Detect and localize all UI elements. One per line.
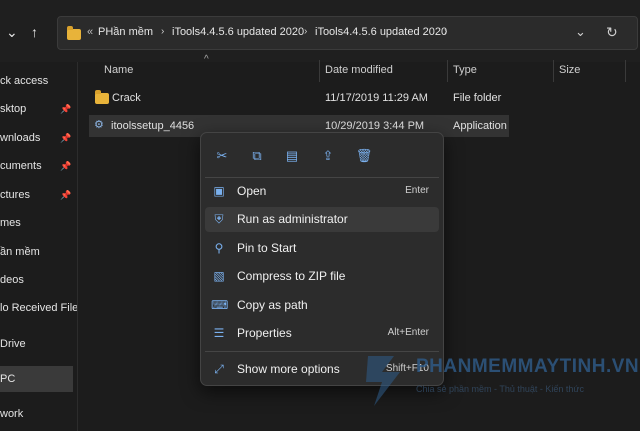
menu-item-shortcut: Alt+Enter xyxy=(387,327,429,338)
file-name: itoolssetup_4456 xyxy=(111,120,195,132)
folder-icon xyxy=(67,26,81,40)
menu-item-label: Run as administrator xyxy=(237,212,348,226)
share-icon[interactable]: ⇪ xyxy=(317,145,339,167)
address-bar[interactable]: « PHần mềm › iTools4.4.5.6 updated 2020 … xyxy=(57,16,638,50)
chevron-right-icon[interactable]: › xyxy=(304,26,307,37)
file-type: Application xyxy=(453,120,507,132)
pin-icon: 📌 xyxy=(60,190,72,200)
delete-icon[interactable]: 🗑 xyxy=(353,145,375,167)
open-icon: ▣ xyxy=(213,184,225,198)
shield-icon: ⛨ xyxy=(214,212,224,226)
menu-item-shortcut: Enter xyxy=(405,185,429,196)
cut-icon[interactable]: ✂ xyxy=(211,145,233,167)
chevron-down-icon[interactable]: ⌄ xyxy=(6,24,18,41)
column-divider[interactable] xyxy=(625,60,626,82)
chevron-down-icon[interactable]: ⌄ xyxy=(575,24,586,40)
column-divider[interactable] xyxy=(553,60,554,82)
breadcrumb-overflow[interactable]: « xyxy=(87,26,93,38)
sidebar-item-this-pc[interactable]: PC xyxy=(0,373,77,385)
sidebar-item-received-files[interactable]: lo Received Files xyxy=(0,302,77,314)
pin-icon: 📌 xyxy=(60,161,72,171)
menu-item-run-as-administrator[interactable]: ⛨ Run as administrator xyxy=(205,207,439,232)
file-date: 10/29/2019 3:44 PM xyxy=(325,120,425,132)
column-header-date[interactable]: Date modified xyxy=(325,64,393,76)
watermark-text: PHANMEMMAYTINH.VN xyxy=(416,356,640,377)
breadcrumb-item[interactable]: iTools4.4.5.6 updated 2020 xyxy=(315,26,447,38)
menu-item-properties[interactable]: ☰ Properties Alt+Enter xyxy=(205,321,439,346)
sidebar-item-phan-mem[interactable]: ần mềm xyxy=(0,246,77,258)
application-icon: ⚙ xyxy=(94,119,104,131)
pin-icon: ⚲ xyxy=(214,241,224,255)
more-options-icon: ⤢ xyxy=(214,362,224,376)
sort-up-icon: ^ xyxy=(204,54,209,65)
properties-icon: ☰ xyxy=(213,326,225,340)
watermark-logo-icon xyxy=(366,356,400,406)
menu-item-pin-to-start[interactable]: ⚲ Pin to Start xyxy=(205,236,439,261)
column-header-name[interactable]: Name xyxy=(104,64,133,76)
menu-item-open[interactable]: ▣ Open Enter xyxy=(205,179,439,204)
column-divider[interactable] xyxy=(319,60,320,82)
column-header-type[interactable]: Type xyxy=(453,64,477,76)
pin-icon: 📌 xyxy=(60,133,72,143)
column-header-size[interactable]: Size xyxy=(559,64,580,76)
breadcrumb-item[interactable]: iTools4.4.5.6 updated 2020 xyxy=(172,26,304,38)
menu-item-label: Compress to ZIP file xyxy=(237,269,346,283)
chevron-right-icon[interactable]: › xyxy=(444,26,447,37)
zip-icon: ▧ xyxy=(213,269,225,283)
menu-item-label: Pin to Start xyxy=(237,241,297,255)
rename-icon[interactable]: ▤ xyxy=(281,145,303,167)
menu-item-compress-zip[interactable]: ▧ Compress to ZIP file xyxy=(205,264,439,289)
sidebar-item-videos[interactable]: deos xyxy=(0,274,77,286)
file-row[interactable]: Crack 11/17/2019 11:29 AM File folder xyxy=(89,87,509,109)
file-date: 11/17/2019 11:29 AM xyxy=(325,92,428,104)
file-type: File folder xyxy=(453,92,502,104)
breadcrumb-item[interactable]: PHần mềm xyxy=(98,26,153,38)
menu-item-label: Properties xyxy=(237,326,292,340)
sidebar-item-drive[interactable]: Drive xyxy=(0,338,77,350)
menu-item-label: Copy as path xyxy=(237,298,308,312)
column-divider[interactable] xyxy=(447,60,448,82)
watermark-subtitle: Chia sẻ phần mềm - Thủ thuật - Kiến thức xyxy=(416,384,584,394)
menu-divider xyxy=(205,177,439,178)
menu-item-label: Open xyxy=(237,184,267,198)
menu-item-copy-as-path[interactable]: ⌨ Copy as path xyxy=(205,293,439,318)
sidebar-item-network[interactable]: work xyxy=(0,408,77,420)
pin-icon: 📌 xyxy=(60,104,72,114)
chevron-right-icon[interactable]: › xyxy=(161,26,164,37)
copy-path-icon: ⌨ xyxy=(211,298,229,312)
menu-item-label: Show more options xyxy=(237,362,340,376)
refresh-icon[interactable]: ↻ xyxy=(606,24,618,41)
sidebar-item-games[interactable]: mes xyxy=(0,217,77,229)
file-name: Crack xyxy=(112,92,141,104)
copy-icon[interactable]: ⧉ xyxy=(246,145,268,167)
up-arrow-icon[interactable]: ↑ xyxy=(31,24,38,40)
folder-icon xyxy=(95,90,109,104)
sidebar-item-quick-access[interactable]: ck access xyxy=(0,75,77,87)
